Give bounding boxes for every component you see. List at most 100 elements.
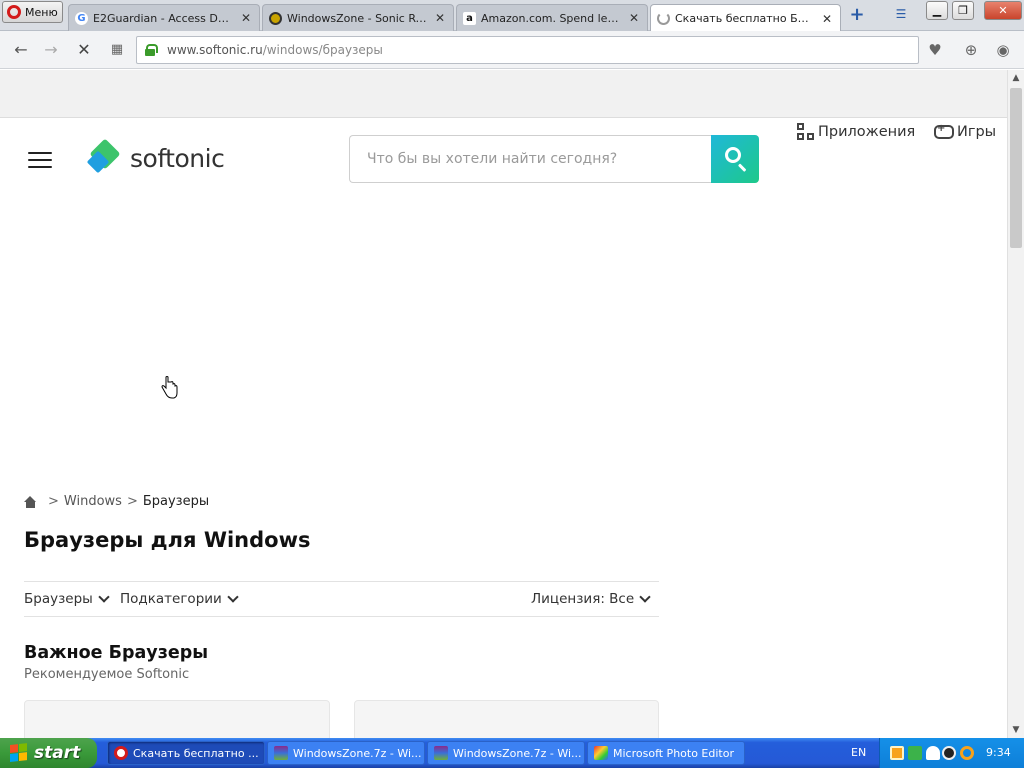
google-g-icon: G [75, 11, 88, 25]
nav-apps-label: Приложения [818, 124, 916, 140]
close-icon[interactable]: ✕ [627, 11, 641, 25]
breadcrumb-separator: > [126, 494, 138, 509]
taskbar-item-winrar-2[interactable]: WindowsZone.7z - Wi... [427, 741, 585, 765]
tray-app-icon[interactable] [890, 746, 904, 760]
tray-clock-icon[interactable] [942, 746, 956, 760]
chevron-down-icon [227, 590, 239, 603]
nav-games[interactable]: Игры [934, 122, 996, 142]
filter-bar: Браузеры Подкатегории Лицензия: Все [24, 581, 659, 617]
tray-check-icon[interactable] [908, 746, 922, 760]
address-bar[interactable]: www.softonic.ru/windows/браузеры [136, 36, 919, 64]
breadcrumb-windows[interactable]: Windows [64, 494, 122, 509]
breadcrumb: > Windows > Браузеры [24, 494, 209, 509]
window-close-button[interactable]: ✕ [984, 1, 1022, 20]
filter-subcategories-label: Подкатегории [120, 591, 222, 607]
task-label: WindowsZone.7z - Wi... [453, 746, 582, 760]
start-button[interactable]: start [0, 738, 97, 768]
breadcrumb-current: Браузеры [142, 494, 210, 509]
search-button[interactable] [711, 135, 759, 183]
home-icon[interactable] [24, 495, 37, 508]
filter-license-dropdown[interactable]: Лицензия: Все [531, 590, 651, 607]
tab-title: E2Guardian - Access Denied [93, 11, 233, 25]
taskbar-item-photo-editor[interactable]: Microsoft Photo Editor [587, 741, 745, 765]
account-icon[interactable]: ◉ [992, 40, 1014, 60]
filter-subcategories-dropdown[interactable]: Подкатегории [120, 590, 239, 607]
download-icon[interactable]: ⊕ [960, 40, 982, 60]
section-subtitle: Рекомендуемое Softonic [24, 667, 190, 682]
app-card[interactable] [24, 700, 330, 738]
opera-menu-button[interactable]: Меню [2, 1, 63, 23]
minimize-button[interactable]: ▁ [926, 1, 948, 20]
language-indicator[interactable]: EN [851, 746, 866, 759]
close-icon[interactable]: ✕ [433, 11, 447, 25]
url-path: /windows/браузеры [262, 43, 383, 57]
browser-tab-strip: Меню G E2Guardian - Access Denied ✕ Wind… [0, 0, 1024, 32]
tab-menu-icon[interactable]: ☰ [893, 7, 909, 23]
task-label: WindowsZone.7z - Wi... [293, 746, 422, 760]
taskbar-clock: 9:34 [986, 746, 1011, 759]
new-tab-button[interactable]: + [848, 5, 866, 25]
winrar-icon [274, 746, 288, 760]
scroll-up-icon[interactable]: ▲ [1008, 70, 1024, 86]
stop-button[interactable]: ✕ [73, 40, 95, 60]
browser-toolbar: ← → ✕ ▦ www.softonic.ru/windows/браузеры… [0, 31, 1024, 69]
taskbar-item-opera[interactable]: Скачать бесплатно ... [107, 741, 265, 765]
filter-category-label: Браузеры [24, 591, 93, 607]
windows-flag-icon [10, 743, 28, 763]
tray-user-icon[interactable] [926, 746, 940, 760]
breadcrumb-separator: > [48, 494, 59, 509]
heart-icon[interactable]: ♥ [924, 40, 946, 60]
back-button[interactable]: ← [10, 40, 32, 60]
ad-banner [0, 70, 1007, 118]
tab-softonic[interactable]: Скачать бесплатно Браузеры ✕ [650, 4, 841, 32]
url-host: www.softonic.ru [167, 43, 263, 57]
system-tray: 9:34 [879, 738, 1024, 768]
softonic-logo[interactable]: softonic [86, 137, 225, 179]
opera-logo-icon [7, 5, 21, 19]
speed-dial-icon[interactable]: ▦ [106, 40, 128, 60]
search-input[interactable] [349, 135, 712, 183]
chevron-down-icon [639, 590, 651, 603]
task-label: Скачать бесплатно ... [133, 746, 259, 760]
tab-title: Скачать бесплатно Браузеры [675, 12, 814, 25]
loading-spinner-icon [657, 12, 670, 25]
chevron-down-icon [98, 590, 110, 603]
close-icon[interactable]: ✕ [239, 11, 253, 25]
opera-icon [114, 746, 128, 760]
tab-title: Amazon.com. Spend less. Smile more. [481, 11, 621, 25]
amazon-icon: a [463, 11, 476, 25]
apps-grid-icon [797, 123, 815, 141]
softonic-logo-icon [86, 138, 122, 175]
start-label: start [34, 743, 81, 763]
maximize-button[interactable]: ❐ [952, 1, 974, 20]
scroll-down-icon[interactable]: ▼ [1008, 722, 1024, 738]
close-icon[interactable]: ✕ [820, 12, 834, 26]
section-title: Важное Браузеры [24, 643, 209, 663]
search-icon [725, 147, 741, 163]
forward-button[interactable]: → [40, 40, 62, 60]
sonic-retro-icon [269, 11, 282, 25]
menu-label: Меню [25, 5, 58, 19]
tab-sonic-retro[interactable]: WindowsZone - Sonic Retro ✕ [262, 4, 454, 31]
lock-icon [145, 44, 158, 56]
search-box [349, 135, 759, 183]
photo-editor-icon [594, 746, 608, 760]
filter-category-dropdown[interactable]: Браузеры [24, 590, 110, 607]
tray-search-icon[interactable] [960, 746, 974, 760]
logo-text: softonic [130, 143, 225, 173]
app-card[interactable] [354, 700, 659, 738]
tab-title: WindowsZone - Sonic Retro [287, 11, 427, 25]
page-scrollbar[interactable]: ▲ ▼ [1007, 70, 1024, 738]
windows-taskbar: start Скачать бесплатно ... WindowsZone.… [0, 738, 1024, 768]
filter-license-label: Лицензия: Все [531, 591, 635, 607]
scroll-thumb[interactable] [1010, 88, 1022, 248]
tab-amazon[interactable]: a Amazon.com. Spend less. Smile more. ✕ [456, 4, 648, 31]
nav-apps[interactable]: Приложения [797, 122, 915, 142]
page-title: Браузеры для Windows [24, 528, 311, 552]
gamepad-icon [934, 123, 954, 139]
winrar-icon [434, 746, 448, 760]
taskbar-item-winrar-1[interactable]: WindowsZone.7z - Wi... [267, 741, 425, 765]
nav-games-label: Игры [957, 124, 997, 140]
tab-e2guardian[interactable]: G E2Guardian - Access Denied ✕ [68, 4, 260, 31]
hamburger-menu-icon[interactable] [28, 152, 52, 168]
